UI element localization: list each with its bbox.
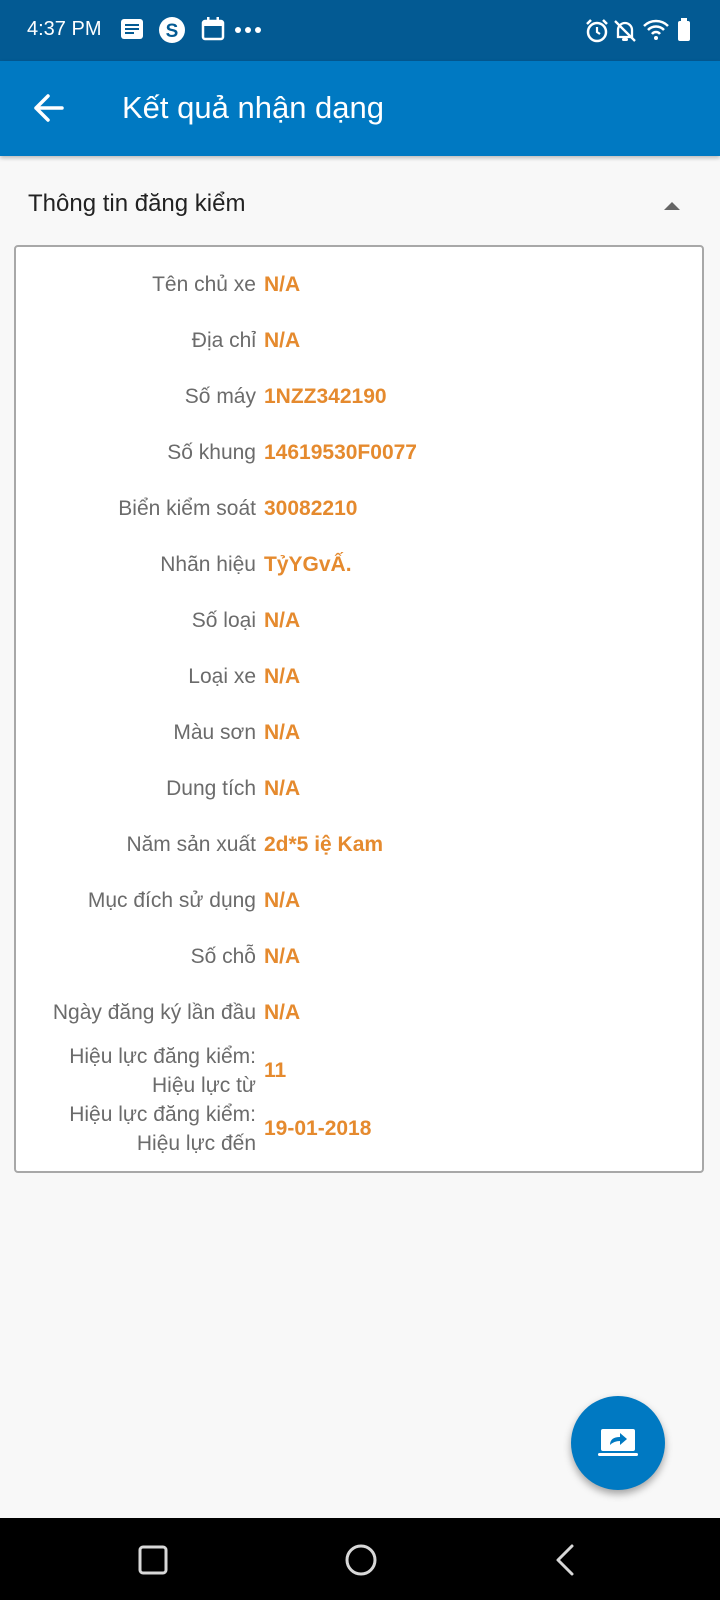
skype-icon: S — [158, 16, 186, 49]
field-label: Năm sản xuất — [126, 833, 256, 856]
field-label: Số máy — [184, 385, 256, 408]
field-label: Địa chỉ — [191, 329, 256, 352]
wifi-icon — [642, 18, 670, 47]
field-label: Biển kiểm soát — [118, 497, 256, 520]
calendar-icon — [200, 16, 226, 47]
field-value: 11 — [264, 1059, 287, 1082]
field-value: 1NZZ342190 — [264, 385, 387, 408]
field-label: Tên chủ xe — [152, 273, 256, 296]
field-value: N/A — [264, 273, 301, 296]
field-label: Dung tích — [166, 777, 256, 800]
field-label: Nhãn hiệu — [160, 553, 256, 576]
more-dots-icon — [234, 22, 262, 40]
field-value: 14619530F0077 — [264, 441, 417, 464]
field-value: N/A — [264, 777, 301, 800]
field-value: TỷYGvẤ. — [264, 553, 352, 576]
back-button[interactable] — [24, 83, 74, 133]
notifications-off-icon — [612, 18, 638, 49]
svg-text:S: S — [166, 21, 179, 42]
registration-info-card: Tên chủ xe N/A Địa chỉ N/A Số máy 1NZZ34… — [14, 245, 704, 1173]
field-value: 2d*5 iệ Kam — [264, 833, 384, 856]
app-bar: Kết quả nhận dạng — [0, 61, 720, 156]
field-label-line1: Hiệu lực đăng kiểm: — [69, 1045, 256, 1068]
field-label: Loại xe — [188, 665, 256, 688]
page-title: Kết quả nhận dạng — [122, 90, 385, 125]
field-label: Ngày đăng ký lần đầu — [52, 1001, 256, 1024]
notes-icon — [119, 16, 145, 47]
field-label: Mục đích sử dụng — [87, 889, 256, 912]
field-value: N/A — [264, 609, 301, 632]
field-value: N/A — [264, 329, 301, 352]
field-label: Số khung — [167, 441, 256, 464]
field-value: N/A — [264, 721, 301, 744]
field-label: Số loại — [191, 609, 256, 632]
field-label-line1: Hiệu lực đăng kiểm: — [69, 1103, 256, 1126]
status-bar: 4:37 PM S — [0, 0, 720, 61]
system-nav-bar — [0, 1518, 720, 1600]
field-value: 19-01-2018 — [264, 1117, 372, 1140]
section-title: Thông tin đăng kiểm — [28, 190, 246, 217]
field-value: 30082210 — [264, 497, 358, 520]
alarm-icon — [584, 18, 610, 49]
status-time: 4:37 PM — [27, 18, 102, 40]
recents-square-icon[interactable] — [131, 1538, 175, 1582]
caret-up-icon[interactable] — [654, 190, 690, 220]
field-value: N/A — [264, 1001, 301, 1024]
battery-icon — [677, 18, 691, 47]
home-circle-icon[interactable] — [339, 1538, 383, 1582]
field-label-line2: Hiệu lực đến — [136, 1132, 256, 1155]
section-header[interactable]: Thông tin đăng kiểm — [0, 176, 720, 236]
field-label: Màu sơn — [173, 721, 256, 744]
back-chevron-icon[interactable] — [545, 1538, 589, 1582]
field-value: N/A — [264, 665, 301, 688]
field-value: N/A — [264, 889, 301, 912]
field-label: Số chỗ — [190, 945, 256, 968]
share-screen-icon — [598, 1425, 640, 1466]
field-label-line2: Hiệu lực từ — [152, 1074, 256, 1097]
field-value: N/A — [264, 945, 301, 968]
share-button[interactable] — [571, 1396, 665, 1490]
arrow-left-icon — [24, 94, 74, 137]
